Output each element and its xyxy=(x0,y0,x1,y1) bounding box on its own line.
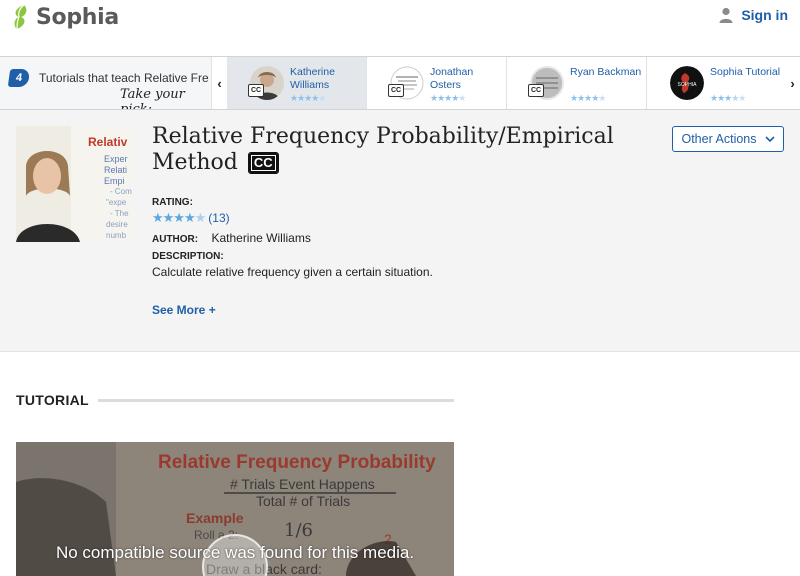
user-icon xyxy=(719,7,733,23)
tutor-card-katherine-williams[interactable]: CC Katherine Williams ★★★★★ xyxy=(227,57,367,109)
svg-text:Relative Frequency Probability: Relative Frequency Probability xyxy=(158,452,436,473)
tutorial-thumbnail[interactable]: Relativ Exper Relati Empi - Com "expe - … xyxy=(16,126,132,242)
tutor-card-sophia-tutorial[interactable]: SOPHIA Sophia Tutorial ★★★★★ xyxy=(647,57,785,109)
strip-prev-arrow-icon[interactable]: ‹ xyxy=(212,57,227,109)
tutor-name: Sophia Tutorial xyxy=(710,66,781,78)
tutor-rating-stars: ★★★★★ xyxy=(290,93,326,103)
player-error-message: No compatible source was found for this … xyxy=(55,543,415,562)
svg-text:Empi: Empi xyxy=(104,176,125,186)
closed-captions-icon: CC xyxy=(247,152,279,174)
closed-captions-icon: CC xyxy=(248,84,264,97)
description-label: DESCRIPTION: xyxy=(152,251,224,262)
section-divider xyxy=(98,399,454,402)
logo-text: Sophia xyxy=(36,4,119,30)
closed-captions-icon: CC xyxy=(528,84,544,97)
other-actions-label: Other Actions xyxy=(681,132,757,146)
sophia-avatar-icon: SOPHIA xyxy=(670,66,704,100)
tutor-rating-stars: ★★★★★ xyxy=(710,93,746,103)
svg-text:Example: Example xyxy=(186,510,244,526)
svg-text:- Com: - Com xyxy=(110,187,132,196)
other-actions-button[interactable]: Other Actions xyxy=(672,126,784,152)
rating-count-link[interactable]: (13) xyxy=(208,211,229,225)
svg-text:Exper: Exper xyxy=(104,154,128,164)
strip-intro: 4 Tutorials that teach Relative Fre Take… xyxy=(0,57,212,109)
video-player[interactable]: Relative Frequency Probability # Trials … xyxy=(16,442,454,576)
closed-captions-icon: CC xyxy=(388,84,404,97)
svg-text:SOPHIA: SOPHIA xyxy=(678,82,698,88)
see-more-link[interactable]: See More + xyxy=(152,303,216,317)
svg-text:Total # of Trials: Total # of Trials xyxy=(256,493,350,509)
tutorial-count-badge: 4 xyxy=(7,69,31,87)
rating-row: ★★★★★ (13) xyxy=(152,210,230,226)
sophia-logo[interactable]: Sophia xyxy=(10,2,119,32)
tutor-name: Ryan Backman xyxy=(570,66,642,78)
svg-text:desire: desire xyxy=(106,220,128,229)
svg-text:# Trials Event Happens: # Trials Event Happens xyxy=(230,476,375,492)
tutor-rating-stars: ★★★★★ xyxy=(430,93,466,103)
svg-text:Relati: Relati xyxy=(104,165,127,175)
tutorials-strip: 4 Tutorials that teach Relative Fre Take… xyxy=(0,56,800,110)
strip-next-arrow-icon[interactable]: › xyxy=(785,57,800,109)
sign-in-link[interactable]: Sign in xyxy=(719,7,788,23)
author-row: AUTHOR: Katherine Williams xyxy=(152,231,311,245)
tutor-card-jonathan-osters[interactable]: CC Jonathan Osters ★★★★★ xyxy=(367,57,507,109)
sophia-leaf-icon xyxy=(14,4,27,30)
svg-text:"expe: "expe xyxy=(106,198,127,207)
tutor-card-ryan-backman[interactable]: CC Ryan Backman ★★★★★ xyxy=(507,57,647,109)
tutorial-info-panel: Relativ Exper Relati Empi - Com "expe - … xyxy=(0,110,800,352)
sign-in-label: Sign in xyxy=(741,7,788,23)
chevron-down-icon xyxy=(764,135,775,142)
strip-intro-text: Tutorials that teach Relative Fre xyxy=(39,71,209,85)
tutorial-title: Relative Frequency Probability/Empirical… xyxy=(152,124,632,176)
tutor-name: Jonathan Osters xyxy=(430,66,474,91)
rating-stars-icon: ★★★★★ xyxy=(152,210,206,225)
tutorial-section-heading: TUTORIAL xyxy=(16,392,89,408)
tutor-name: Katherine Williams xyxy=(290,66,335,91)
svg-text:Relativ: Relativ xyxy=(88,135,128,149)
description-text: Calculate relative frequency given a cer… xyxy=(152,265,433,279)
author-label: AUTHOR: xyxy=(152,234,199,245)
svg-text:- The: - The xyxy=(110,209,129,218)
svg-text:numb: numb xyxy=(106,231,127,240)
site-header: Sophia Sign in xyxy=(0,0,800,56)
rating-label: RATING: xyxy=(152,197,193,208)
author-name: Katherine Williams xyxy=(211,231,311,245)
tutor-rating-stars: ★★★★★ xyxy=(570,93,606,103)
svg-text:1/6: 1/6 xyxy=(284,520,313,541)
tutorial-title-text: Relative Frequency Probability/Empirical… xyxy=(152,124,614,175)
take-your-pick-text: Take your pick: xyxy=(120,87,185,109)
